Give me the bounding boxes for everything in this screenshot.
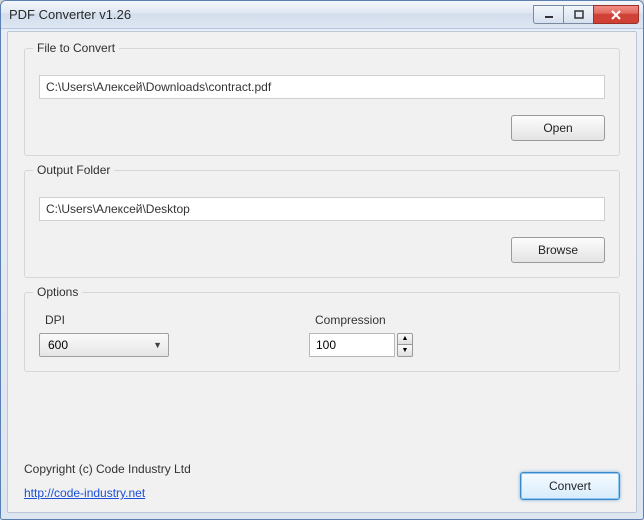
file-path-input[interactable] [39,75,605,99]
chevron-up-icon: ▲ [402,335,409,343]
browse-button[interactable]: Browse [511,237,605,263]
footer: Copyright (c) Code Industry Ltd http://c… [24,462,620,500]
output-group-label: Output Folder [33,163,114,177]
client-area: File to Convert Open Output Folder Brows… [7,31,637,513]
output-path-input[interactable] [39,197,605,221]
compression-step-down[interactable]: ▼ [397,345,413,357]
minimize-button[interactable] [533,5,563,24]
compression-label: Compression [315,313,413,327]
dpi-value: 600 [48,338,68,352]
compression-option: Compression ▲ ▼ [309,313,413,357]
compression-step-up[interactable]: ▲ [397,333,413,345]
compression-input[interactable] [309,333,395,357]
dpi-label: DPI [45,313,169,327]
maximize-icon [574,10,584,20]
website-link[interactable]: http://code-industry.net [24,486,191,500]
chevron-down-icon: ▼ [153,340,162,350]
maximize-button[interactable] [563,5,593,24]
options-group: Options DPI 600 ▼ Compression ▲ [24,292,620,372]
output-folder-group: Output Folder Browse [24,170,620,278]
chevron-down-icon: ▼ [402,347,409,355]
open-button[interactable]: Open [511,115,605,141]
dpi-combobox[interactable]: 600 ▼ [39,333,169,357]
close-icon [610,9,622,21]
close-button[interactable] [593,5,639,24]
copyright-text: Copyright (c) Code Industry Ltd [24,462,191,476]
options-group-label: Options [33,285,82,299]
titlebar: PDF Converter v1.26 [1,1,643,29]
window-title: PDF Converter v1.26 [9,7,533,22]
file-to-convert-group: File to Convert Open [24,48,620,156]
app-window: PDF Converter v1.26 File to Convert Open… [0,0,644,520]
window-controls [533,5,639,24]
dpi-option: DPI 600 ▼ [39,313,169,357]
minimize-icon [544,10,554,20]
convert-button[interactable]: Convert [520,472,620,500]
file-group-label: File to Convert [33,41,119,55]
